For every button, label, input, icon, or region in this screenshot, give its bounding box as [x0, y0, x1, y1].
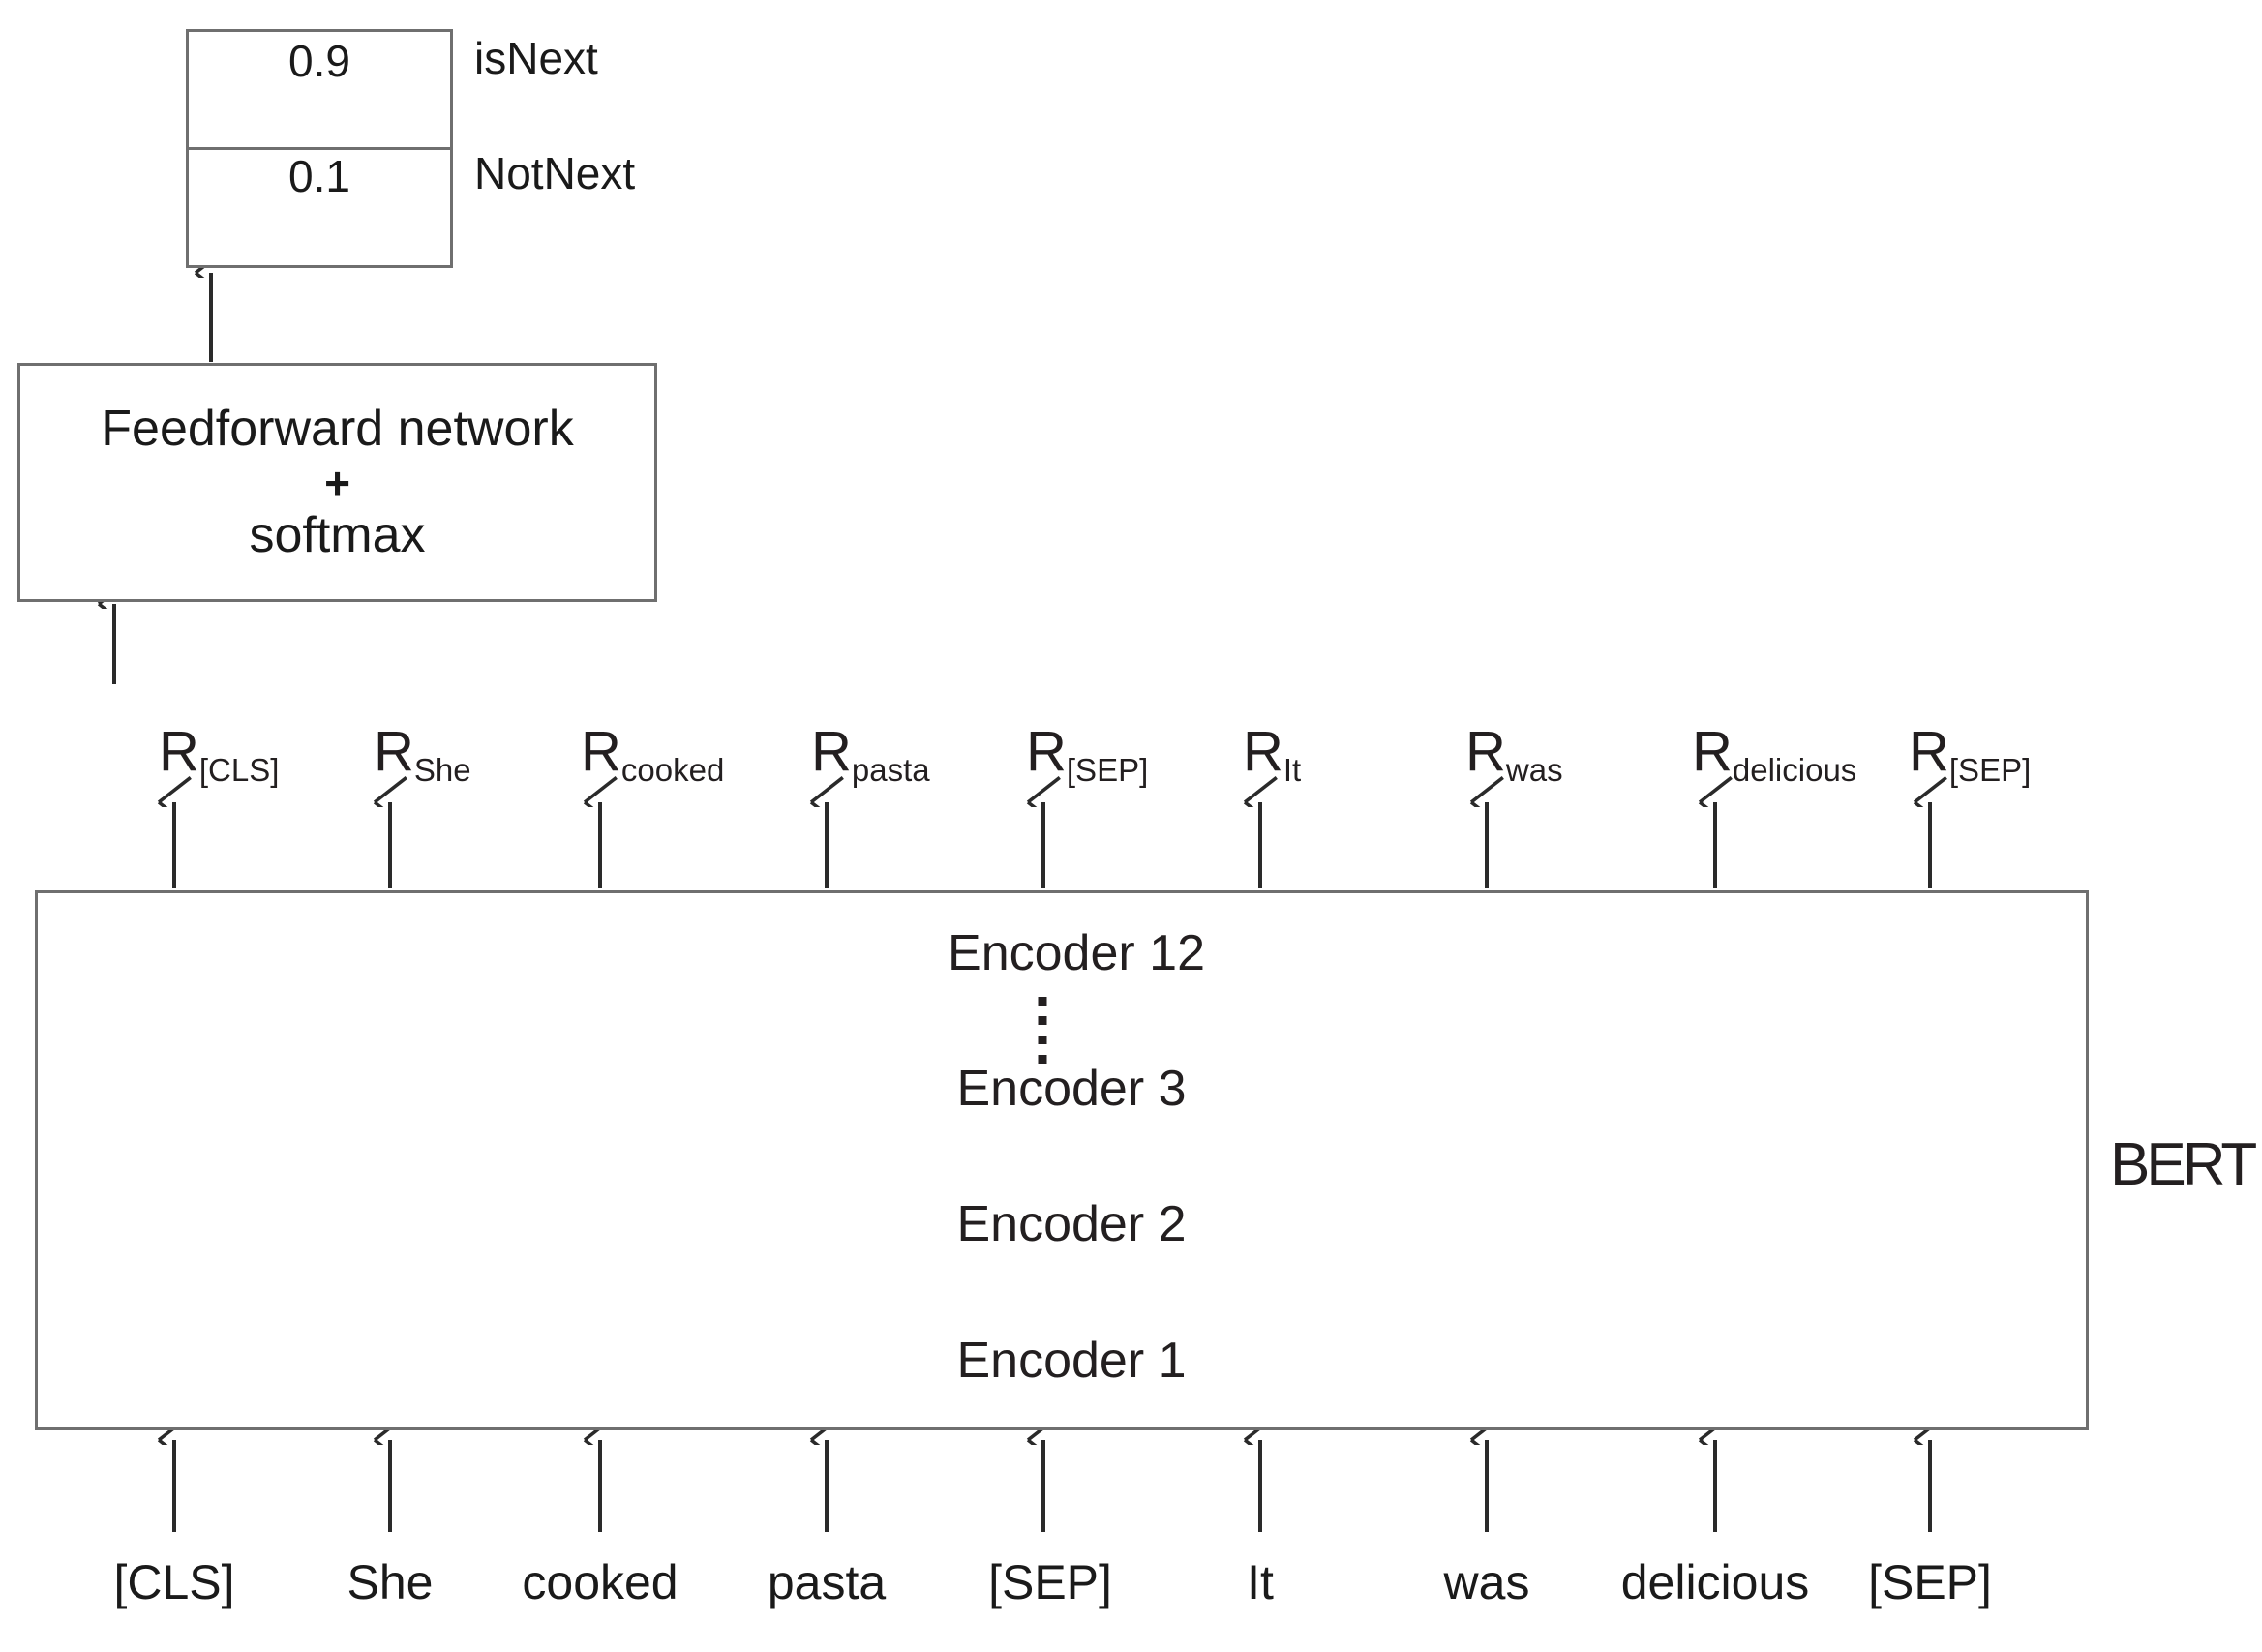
feedforward-line-plus: + [324, 457, 350, 508]
bert-model-label: BERT [2110, 1131, 2257, 1198]
representation-label-was: Rwas [1465, 724, 1563, 787]
rep-sub-8: [SEP] [1948, 752, 2032, 788]
rep-sub-7: delicious [1732, 752, 1857, 788]
representation-label-sep-2: R[SEP] [1909, 724, 2031, 787]
isnext-probability-value: 0.9 [288, 36, 350, 86]
rep-base-0: R [159, 720, 199, 783]
representation-label-delicious: Rdelicious [1692, 724, 1856, 787]
rep-sub-1: She [413, 752, 471, 788]
representation-label-pasta: Rpasta [811, 724, 930, 787]
rep-sub-0: [CLS] [198, 752, 280, 788]
representation-label-she: RShe [374, 724, 471, 787]
rep-base-7: R [1692, 720, 1733, 783]
rep-sub-6: was [1505, 752, 1563, 788]
input-token-sep-2: [SEP] [1868, 1555, 1992, 1609]
encoder-layer-3: Encoder 3 [956, 1061, 1187, 1117]
rep-base-1: R [374, 720, 414, 783]
rep-base-3: R [811, 720, 852, 783]
representation-label-cooked: Rcooked [581, 724, 724, 787]
rep-base-8: R [1909, 720, 1949, 783]
rep-base-6: R [1465, 720, 1506, 783]
rep-base-5: R [1243, 720, 1283, 783]
input-token-delicious: delicious [1620, 1555, 1810, 1609]
input-token-she: She [347, 1555, 434, 1609]
encoder-layer-12: Encoder 12 [948, 925, 1205, 981]
feedforward-line-1: Feedforward network [101, 401, 574, 458]
encoder-layer-2: Encoder 2 [956, 1196, 1187, 1252]
rep-sub-4: [SEP] [1066, 752, 1149, 788]
rep-sub-5: It [1282, 752, 1302, 788]
input-token-was: was [1443, 1555, 1530, 1609]
notnext-label: NotNext [474, 148, 636, 198]
rep-base-4: R [1026, 720, 1067, 783]
isnext-label: isNext [474, 33, 598, 83]
rep-sub-3: pasta [851, 752, 930, 788]
representation-label-sep-1: R[SEP] [1026, 724, 1148, 787]
input-token-pasta: pasta [767, 1555, 887, 1609]
rep-sub-2: cooked [620, 752, 725, 788]
representation-label-cls: R[CLS] [159, 724, 279, 787]
input-token-it: It [1247, 1555, 1274, 1609]
rep-base-2: R [581, 720, 621, 783]
feedforward-line-softmax: softmax [249, 506, 426, 563]
feedforward-softmax-box: Feedforward network + softmax [17, 363, 657, 602]
notnext-probability-value: 0.1 [288, 151, 350, 201]
representation-label-it: RIt [1243, 724, 1301, 787]
bert-nsp-diagram: 0.9 0.1 isNext NotNext Feedforward netwo… [0, 0, 2262, 1652]
input-token-sep-1: [SEP] [988, 1555, 1112, 1609]
input-token-cls: [CLS] [113, 1555, 235, 1609]
input-token-cooked: cooked [522, 1555, 679, 1609]
encoder-layer-1: Encoder 1 [956, 1333, 1187, 1389]
